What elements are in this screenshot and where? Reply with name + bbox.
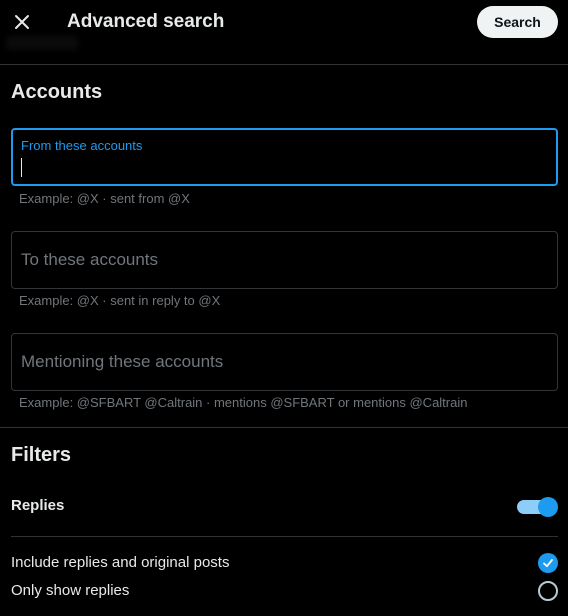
dialog-title: Advanced search	[67, 11, 225, 32]
filters-heading: Filters	[11, 444, 72, 466]
to-accounts-hint: Example: @X · sent in reply to @X	[19, 293, 221, 308]
mentioning-accounts-placeholder: Mentioning these accounts	[21, 352, 224, 371]
mentioning-accounts-hint: Example: @SFBART @Caltrain · mentions @S…	[19, 395, 468, 410]
text-caret	[21, 158, 22, 177]
only-replies-label: Only show replies	[11, 582, 130, 599]
replies-toggle[interactable]	[517, 497, 558, 517]
toggle-knob	[538, 497, 558, 517]
replies-label: Replies	[11, 497, 65, 514]
dialog-header: Advanced search Search	[0, 0, 568, 65]
accounts-heading: Accounts	[11, 81, 103, 103]
include-replies-radio[interactable]	[538, 553, 558, 573]
from-accounts-hint: Example: @X · sent from @X	[19, 191, 190, 206]
filters-divider	[11, 536, 558, 537]
search-button[interactable]: Search	[477, 6, 558, 38]
blurred-area	[6, 36, 78, 50]
include-replies-label: Include replies and original posts	[11, 554, 230, 571]
to-accounts-field[interactable]: To these accounts	[11, 231, 558, 289]
advanced-search-dialog: Advanced search Search Accounts From the…	[0, 0, 568, 616]
close-button[interactable]	[5, 5, 39, 39]
only-replies-radio[interactable]	[538, 581, 558, 601]
section-divider	[0, 427, 568, 428]
from-accounts-field[interactable]: From these accounts	[11, 128, 558, 186]
from-accounts-label: From these accounts	[21, 138, 143, 153]
close-icon	[15, 15, 29, 29]
mentioning-accounts-field[interactable]: Mentioning these accounts	[11, 333, 558, 391]
to-accounts-placeholder: To these accounts	[21, 250, 159, 269]
check-icon	[543, 559, 553, 568]
